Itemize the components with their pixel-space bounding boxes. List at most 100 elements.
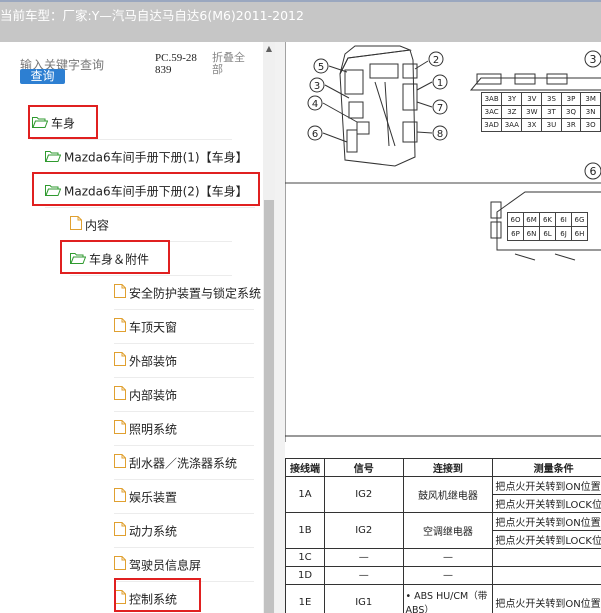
tree-item[interactable]: 照明系统 (114, 412, 254, 446)
document-icon (114, 277, 126, 311)
table-cell-terminal: 1E (285, 584, 325, 613)
table-cell-terminal: 1B (285, 512, 325, 549)
current-model-label: 当前车型：厂家:Y—汽马自达马自达6(M6)2011-2012 (0, 8, 304, 23)
tree-item-label: 照明系统 (129, 422, 178, 437)
document-viewer[interactable]: 53462178 3 6 3AB 3Y 3V 3S 3P 3M 3AC 3Z 3W 3T 3Q 3N 3… (275, 42, 601, 613)
table-cell-signal: — (323, 548, 404, 567)
callout-number: 8 (437, 129, 443, 140)
wiring-table-header-cell: 信号 (323, 458, 404, 477)
tree-item[interactable]: 车身 (32, 106, 232, 140)
document-icon (114, 379, 126, 413)
tree-item[interactable]: Mazda6车间手册下册(2)【车身】 (45, 174, 255, 208)
scrollbar-thumb[interactable] (264, 200, 274, 613)
pin-cell: 3O (580, 118, 601, 132)
folder-open-icon (32, 107, 49, 141)
document-page: 53462178 3 6 3AB 3Y 3V 3S 3P 3M 3AC 3Z 3W 3T 3Q 3N 3… (285, 42, 601, 613)
connector-3-pin-table: 3AB 3Y 3V 3S 3P 3M 3AC 3Z 3W 3T 3Q 3N 3AD 3AA 3X 3U 3R 3O (480, 92, 601, 132)
wiring-table-header-cell: 连接到 (402, 458, 494, 477)
table-cell-signal: IG2 (323, 476, 404, 513)
pin-cell: 6H (571, 226, 588, 241)
table-cell-condition: 把点火开关转到ON位置 (492, 584, 601, 613)
pin-cell: 3Q (560, 105, 582, 119)
pin-cell: 3AC (480, 105, 503, 119)
folder-open-icon (70, 243, 87, 277)
pin-cell: 3N (580, 105, 601, 119)
table-cell-condition (492, 566, 601, 585)
wiring-table: 接线端 信号 连接到 测量条件 1A IG2 鼓风机继电器 把点火开关转到ON位置 把点火开关… (285, 458, 601, 613)
pin-cell: 3Z (501, 105, 523, 119)
pin-cell: 3V (521, 92, 543, 106)
table-cell-signal: — (323, 566, 404, 585)
pin-cell: 3P (560, 92, 582, 106)
tree-item[interactable]: 车顶天窗 (114, 310, 254, 344)
scroll-up-icon[interactable]: ▲ (263, 44, 275, 54)
tree-item-label: 驾驶员信息屏 (129, 558, 202, 573)
pin-cell: 6L (539, 226, 556, 241)
tree-item[interactable]: 娱乐装置 (114, 480, 254, 514)
callout-number: 4 (312, 99, 318, 110)
tree-item[interactable]: 外部装饰 (114, 344, 254, 378)
tree-scrollbar[interactable]: ▲ (263, 42, 275, 613)
table-row: 1E IG1 • ABS HU/CM（带 ABS） 把点火开关转到ON位置 (285, 584, 601, 613)
tree-item[interactable]: 刮水器／洗涤器系统 (114, 446, 254, 480)
tree-item-label: 娱乐装置 (129, 490, 178, 505)
tree-item-label: 刮水器／洗涤器系统 (129, 456, 238, 471)
table-cell-terminal: 1D (285, 566, 325, 585)
connector-6-pin-table: 6O 6M 6K 6I 6G 6P 6N 6L 6J 6H (507, 212, 588, 241)
tree-item-label: Mazda6车间手册下册(2)【车身】 (64, 184, 248, 199)
pin-cell: 6K (539, 212, 556, 227)
pin-cell: 6I (555, 212, 572, 227)
pin-row: 3AB 3Y 3V 3S 3P 3M (480, 92, 601, 106)
pc-code: PC.59-28839 (155, 52, 197, 76)
left-panel: 输入关键字查询 查询 PC.59-28839 折叠全部 车身 Mazda6车间手册… (0, 42, 275, 613)
wiring-table-header-cell: 接线端 (285, 458, 325, 477)
pin-cell: 3T (541, 105, 562, 119)
tree-item[interactable]: 安全防护装置与锁定系统 (114, 276, 261, 311)
table-cell-connect: 鼓风机继电器 (402, 476, 494, 513)
pin-cell: 3AA (501, 118, 523, 132)
callout-number: 7 (437, 103, 443, 114)
pin-cell: 6O (507, 212, 524, 227)
tree-item[interactable]: 内容 (70, 208, 232, 242)
pin-row: 3AC 3Z 3W 3T 3Q 3N (480, 105, 601, 119)
pin-cell: 3W (521, 105, 543, 119)
tree-item[interactable]: 车身＆附件 (70, 242, 232, 276)
callout-markers: 5 3 4 6 2 1 7 8 (307, 51, 448, 141)
table-cell-connect: 空调继电器 (402, 512, 494, 549)
pin-row: 6O 6M 6K 6I 6G (507, 212, 588, 227)
document-icon (114, 549, 126, 583)
pin-cell: 6N (523, 226, 540, 241)
pin-cell: 6J (555, 226, 572, 241)
document-icon (114, 447, 126, 481)
callout-number: 6 (312, 129, 318, 140)
tree-item[interactable]: 驾驶员信息屏 (114, 548, 254, 582)
table-cell-condition: 把点火开关转到LOCK位置 (492, 494, 601, 513)
pin-cell: 3AD (480, 118, 503, 132)
tree-item-label: 控制系统 (129, 592, 178, 607)
table-cell-condition: 把点火开关转到ON位置 (492, 512, 601, 531)
query-button[interactable]: 查询 (20, 69, 65, 84)
pin-cell: 3U (541, 118, 562, 132)
tree-item-label: 车顶天窗 (129, 320, 178, 335)
tree-item-label: 动力系统 (129, 524, 178, 539)
document-icon (114, 481, 126, 515)
connector-6-label: 6 (590, 165, 597, 178)
table-cell-terminal: 1C (285, 548, 325, 567)
tree-item-label: 车身＆附件 (89, 252, 150, 267)
table-cell-condition: 把点火开关转到ON位置 (492, 476, 601, 495)
tree-item[interactable]: 动力系统 (114, 514, 254, 548)
tree-item[interactable]: 控制系统 (114, 582, 254, 613)
callout-number: 3 (314, 81, 320, 92)
callout-number: 1 (437, 78, 443, 89)
tree-item-label: 内容 (85, 218, 110, 233)
connector-3-label: 3 (590, 53, 597, 66)
tree-item[interactable]: Mazda6车间手册下册(1)【车身】 (45, 140, 255, 174)
tree-item[interactable]: 内部装饰 (114, 378, 254, 412)
folder-open-icon (45, 141, 62, 175)
wiring-table-header: 接线端 信号 连接到 测量条件 (285, 458, 601, 477)
relay-box-drawing (339, 45, 418, 167)
pin-cell: 6G (571, 212, 588, 227)
collapse-all-link[interactable]: 折叠全部 (212, 52, 252, 76)
table-cell-condition: 把点火开关转到LOCK位置 (492, 530, 601, 549)
table-row: 1A IG2 鼓风机继电器 把点火开关转到ON位置 (285, 476, 601, 513)
